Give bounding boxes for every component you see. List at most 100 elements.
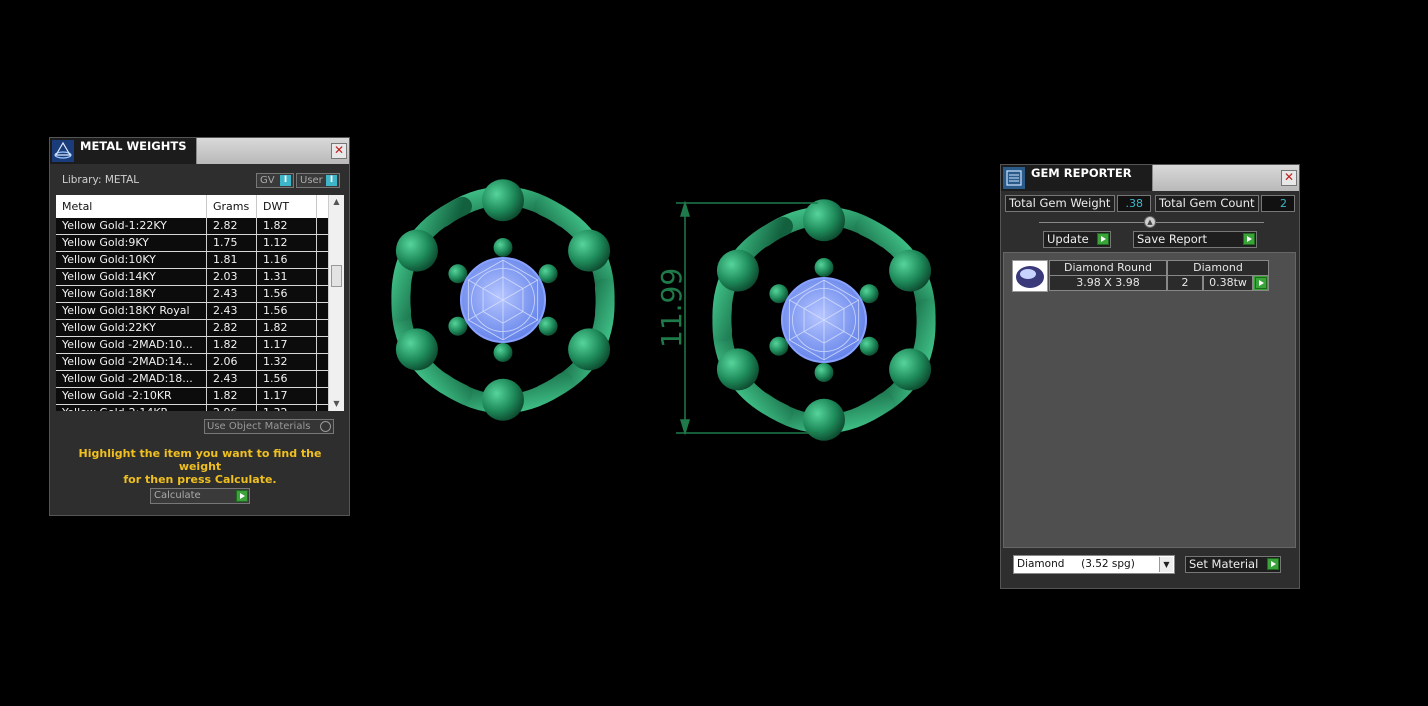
earring-model-right[interactable]	[704, 199, 945, 441]
use-object-materials-checkbox[interactable]: Use Object Materials	[204, 419, 334, 434]
material-select[interactable]: Diamond (3.52 spg) ▼	[1013, 555, 1175, 574]
column-header-grams[interactable]: Grams	[207, 195, 257, 218]
metal-name-cell: Yellow Gold:14KY	[56, 269, 207, 285]
grams-cell: 2.06	[207, 405, 257, 411]
table-row[interactable]: Yellow Gold:9KY 1.75 1.12	[56, 235, 328, 252]
grams-cell: 2.82	[207, 320, 257, 336]
table-row[interactable]: Yellow Gold:14KY 2.03 1.31	[56, 269, 328, 286]
play-arrow-icon	[1255, 277, 1267, 289]
gem-thumbnail[interactable]	[1012, 260, 1048, 292]
table-row[interactable]: Yellow Gold -2MAD:10... 1.82 1.17	[56, 337, 328, 354]
metal-name-cell: Yellow Gold:9KY	[56, 235, 207, 251]
dwt-cell: 1.32	[257, 354, 317, 370]
scroll-thumb[interactable]	[331, 265, 342, 287]
set-material-button-label: Set Material	[1189, 557, 1259, 571]
table-row[interactable]: Yellow Gold -2MAD:18... 2.43 1.56	[56, 371, 328, 388]
column-header-dwt[interactable]: DWT	[257, 195, 317, 218]
dwt-cell: 1.56	[257, 286, 317, 302]
table-row[interactable]: Yellow Gold -2:10KR 1.82 1.17	[56, 388, 328, 405]
metal-table-body: Yellow Gold-1:22KY 2.82 1.82 Yellow Gold:9K…	[56, 218, 328, 411]
table-row[interactable]: Yellow Gold -2MAD:14... 2.06 1.32	[56, 354, 328, 371]
metal-table-header: Metal Grams DWT	[56, 195, 328, 218]
dwt-cell: 1.32	[257, 405, 317, 411]
gem-material-cell[interactable]: Diamond	[1167, 260, 1269, 276]
metal-name-cell: Yellow Gold:18KY Royal	[56, 303, 207, 319]
gem-row-go-button[interactable]	[1253, 275, 1269, 291]
metal-table-scrollbar[interactable]: ▲ ▼	[328, 195, 344, 411]
scroll-down-icon[interactable]: ▼	[329, 397, 344, 411]
model-viewport[interactable]: 11.99	[370, 170, 970, 450]
total-gem-weight-value: .38	[1117, 195, 1151, 212]
grams-cell: 1.75	[207, 235, 257, 251]
diamond-thumbnail-icon	[1016, 266, 1044, 288]
play-arrow-icon	[1267, 558, 1279, 570]
gv-toggle-mark: I	[280, 175, 291, 186]
user-toggle-label: User	[300, 175, 323, 186]
use-object-materials-radio-icon[interactable]	[320, 421, 331, 432]
column-header-metal[interactable]: Metal	[56, 195, 207, 218]
table-row[interactable]: Yellow Gold-1:22KY 2.82 1.82	[56, 218, 328, 235]
metal-weights-close-button[interactable]: ✕	[331, 143, 347, 159]
use-object-materials-label: Use Object Materials	[207, 421, 311, 432]
dwt-cell: 1.31	[257, 269, 317, 285]
save-report-button[interactable]: Save Report	[1133, 231, 1257, 248]
user-toggle-mark: I	[326, 175, 337, 186]
grams-cell: 1.81	[207, 252, 257, 268]
gv-toggle[interactable]: GV I	[256, 173, 294, 188]
update-button-label: Update	[1047, 232, 1089, 246]
grams-cell: 2.06	[207, 354, 257, 370]
collapse-handle-icon[interactable]: ▲	[1144, 216, 1156, 228]
total-gem-weight-label: Total Gem Weight	[1005, 195, 1115, 212]
height-dimension-label: 11.99	[655, 268, 688, 348]
dwt-cell: 1.16	[257, 252, 317, 268]
table-row[interactable]: Yellow Gold:18KY Royal 2.43 1.56	[56, 303, 328, 320]
metal-name-cell: Yellow Gold -2MAD:14...	[56, 354, 207, 370]
table-row[interactable]: Yellow Gold-2:14KR2.061.32	[56, 405, 328, 411]
metal-name-cell: Yellow Gold -2:10KR	[56, 388, 207, 404]
metal-table: Metal Grams DWT Yellow Gold-1:22KY 2.82 1.…	[56, 195, 344, 411]
gem-reporter-title: GEM REPORTER	[1031, 166, 1132, 180]
table-row[interactable]: Yellow Gold:22KY 2.82 1.82	[56, 320, 328, 337]
dwt-cell: 1.82	[257, 218, 317, 234]
calculate-button[interactable]: Calculate	[150, 488, 250, 504]
grams-cell: 2.82	[207, 218, 257, 234]
metal-weights-titlebar[interactable]: METAL WEIGHTS ✕	[50, 138, 349, 164]
grams-cell: 2.03	[207, 269, 257, 285]
gem-list: Diamond Round Diamond 3.98 X 3.98 2 0.38…	[1003, 252, 1296, 548]
table-row[interactable]: Yellow Gold:10KY 1.81 1.16	[56, 252, 328, 269]
dwt-cell: 1.56	[257, 371, 317, 387]
total-gem-count-label: Total Gem Count	[1155, 195, 1259, 212]
gem-reporter-panel: GEM REPORTER ✕ Total Gem Weight .38 Tota…	[1000, 164, 1300, 589]
dwt-cell: 1.12	[257, 235, 317, 251]
gem-count-cell[interactable]: 2	[1167, 275, 1203, 291]
gem-reporter-app-icon	[1003, 167, 1025, 189]
play-arrow-icon	[1097, 233, 1109, 245]
update-button[interactable]: Update	[1043, 231, 1111, 248]
metal-name-cell: Yellow Gold-2:14KR	[56, 405, 207, 411]
earring-model-left[interactable]	[383, 179, 624, 421]
calculate-hint-line-2: for then press Calculate.	[123, 473, 277, 486]
calculate-button-label: Calculate	[154, 490, 201, 501]
user-toggle[interactable]: User I	[296, 173, 340, 188]
gv-toggle-label: GV	[260, 175, 275, 186]
metal-name-cell: Yellow Gold-1:22KY	[56, 218, 207, 234]
metal-name-cell: Yellow Gold -2MAD:18...	[56, 371, 207, 387]
scroll-up-icon[interactable]: ▲	[329, 195, 344, 209]
chevron-down-icon[interactable]: ▼	[1159, 557, 1173, 572]
calculate-hint: Highlight the item you want to find the …	[60, 447, 340, 486]
metal-weights-panel: METAL WEIGHTS ✕ Library: METAL GV I User…	[49, 137, 350, 516]
gem-weight-cell[interactable]: 0.38tw	[1203, 275, 1253, 291]
table-row[interactable]: Yellow Gold:18KY 2.43 1.56	[56, 286, 328, 303]
play-arrow-icon	[1243, 233, 1255, 245]
gem-reporter-titlebar[interactable]: GEM REPORTER ✕	[1001, 165, 1299, 191]
metal-weights-app-icon	[52, 140, 74, 162]
set-material-button[interactable]: Set Material	[1185, 556, 1281, 573]
dwt-cell: 1.82	[257, 320, 317, 336]
gem-reporter-title-tab: GEM REPORTER	[1001, 165, 1153, 191]
gem-reporter-close-button[interactable]: ✕	[1281, 170, 1297, 186]
grams-cell: 2.43	[207, 371, 257, 387]
dwt-cell: 1.17	[257, 388, 317, 404]
grams-cell: 1.82	[207, 388, 257, 404]
gem-size-cell[interactable]: 3.98 X 3.98	[1049, 275, 1167, 291]
gem-shape-cell[interactable]: Diamond Round	[1049, 260, 1167, 276]
